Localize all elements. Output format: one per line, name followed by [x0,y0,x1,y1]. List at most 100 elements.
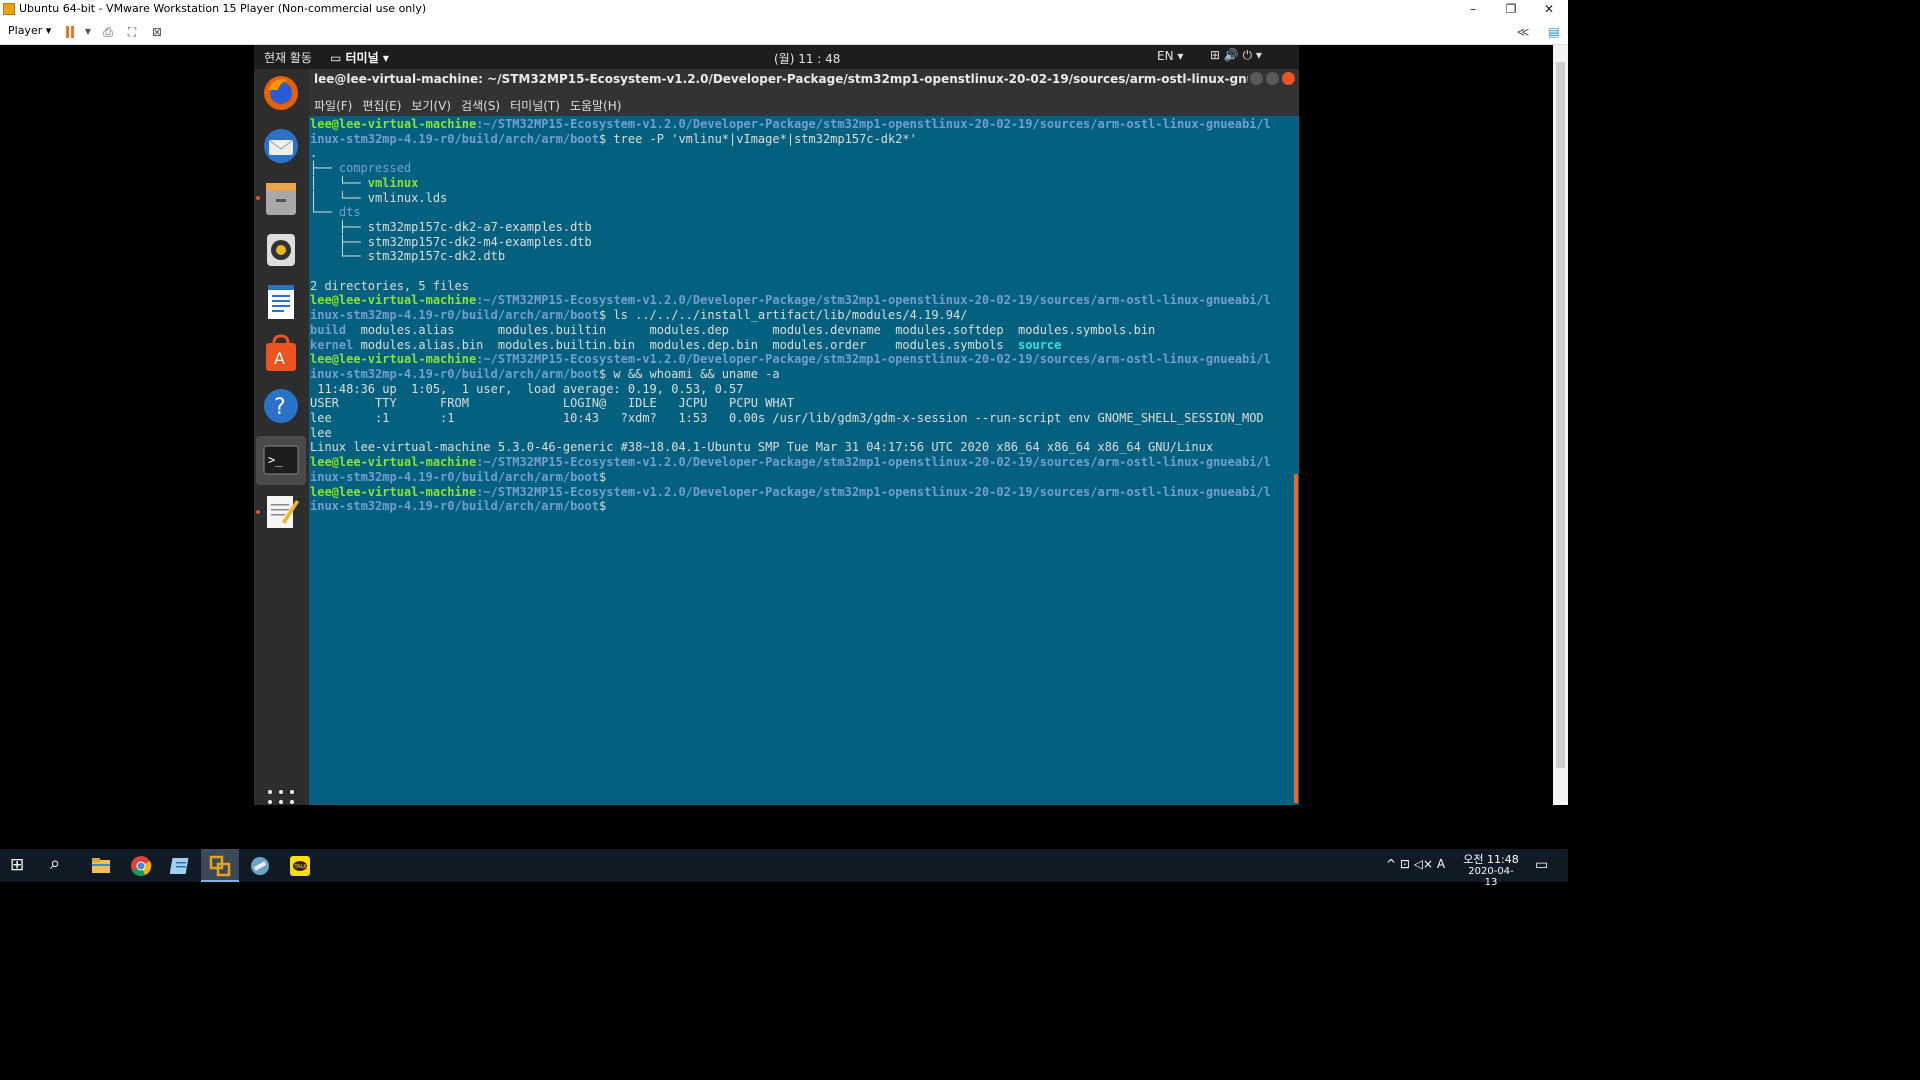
vmware-app-icon [3,3,15,15]
tree-dir: compressed [338,161,412,176]
w-output: USER TTY FROM LOGIN@ IDLE JCPU PCPU WHAT [310,396,795,411]
whoami-output: lee [310,425,332,440]
svg-text:>_: >_ [268,453,283,467]
taskbar-date[interactable]: 2020-04-13 [1463,866,1519,888]
terminal-icon[interactable]: >_ [260,439,302,481]
tree-file: ├── stm32mp157c-dk2-m4-examples.dtb [310,234,592,249]
tree-dir: dts [338,205,361,220]
prompt-path: :~/STM32MP15-Ecosystem-v1.2.0/Developer-… [476,352,1271,367]
prompt-path: :~/STM32MP15-Ecosystem-v1.2.0/Developer-… [476,293,1271,308]
prompt-path: inux-stm32mp-4.19-r0/build/arch/arm/boot [310,499,599,514]
restore-button[interactable]: ❐ [1492,0,1530,19]
text-editor-icon[interactable] [260,490,302,532]
prompt-user: lee@lee-virtual-machine [310,293,477,308]
w-output: lee :1 :1 10:43 ?xdm? 1:53 0.00s /usr/li… [310,411,1264,426]
notification-icon[interactable]: ▭ [1535,857,1548,873]
svg-text:?: ? [274,395,286,420]
prompt-dollar: $ [598,499,607,514]
menu-view[interactable]: 보기(V) [411,99,451,113]
prompt-user: lee@lee-virtual-machine [310,455,477,470]
tree-branch: └── [310,205,339,220]
prompt-user: lee@lee-virtual-machine [310,117,477,131]
prompt-path: :~/STM32MP15-Ecosystem-v1.2.0/Developer-… [476,484,1271,499]
terminal-close-button[interactable] [1282,72,1295,85]
writer-icon[interactable] [260,281,302,323]
terminal-output[interactable]: lee@lee-virtual-machine:~/STM32MP15-Ecos… [310,117,1271,514]
taskbar-active-indicator [201,880,239,882]
menu-terminal[interactable]: 터미널(T) [510,99,560,113]
pause-icon[interactable] [62,24,78,40]
files-icon[interactable] [260,177,302,219]
tree-branch: │ └── [310,190,368,205]
close-button[interactable]: ✕ [1530,0,1568,19]
tree-file: └── stm32mp157c-dk2.dtb [310,249,506,264]
tree-root: . [310,146,318,161]
tree-branch: │ └── [310,175,368,190]
menu-help[interactable]: 도움말(H) [570,99,622,113]
vmware-scrollbar-thumb[interactable] [1556,62,1565,768]
kakaotalk-icon[interactable]: TALK [289,855,311,877]
prompt-dollar: $ [598,469,607,484]
minimize-button[interactable]: – [1454,0,1492,19]
player-menu-button[interactable]: Player ▾ [8,24,51,37]
chrome-icon[interactable] [130,855,152,877]
notepad-icon[interactable] [169,855,192,877]
help-icon[interactable]: ? [260,385,302,427]
prompt-path: inux-stm32mp-4.19-r0/build/arch/arm/boot [310,308,599,323]
start-button[interactable]: ⊞ [10,855,24,875]
system-tray-icons[interactable]: ^ ⊡ ◁× A [1386,857,1445,871]
terminal-scrollbar[interactable] [1294,474,1298,803]
terminal-minimize-button[interactable] [1250,72,1263,85]
rhythmbox-icon[interactable] [260,229,302,271]
prompt-path: inux-stm32mp-4.19-r0/build/arch/arm/boot [310,366,599,381]
show-applications-icon[interactable] [266,790,296,806]
menu-search[interactable]: 검색(S) [461,99,500,113]
software-center-icon[interactable]: A [260,333,302,375]
fullscreen-icon[interactable]: ⛶ [124,24,140,40]
ls-files: modules.alias modules.builtin modules.de… [346,322,1156,337]
collapse-toolbar-icon[interactable]: ≪ [1515,24,1531,40]
clock[interactable]: (월) 11 : 48 [774,50,840,67]
system-tray[interactable]: ⊞ 🔊 ⏻ ▾ [1210,48,1262,63]
prompt-path: inux-stm32mp-4.19-r0/build/arch/arm/boot [310,131,599,146]
tree-file: vmlinux.lds [367,190,448,205]
vmware-player-icon[interactable] [209,855,231,877]
terminal-title: lee@lee-virtual-machine: ~/STM32MP15-Eco… [314,72,1248,86]
vmware-toolbar [0,19,1568,45]
prompt-path: :~/STM32MP15-Ecosystem-v1.2.0/Developer-… [476,117,1271,131]
unity-icon[interactable]: ⊠ [149,24,165,40]
taskbar-time[interactable]: 오전 11:48 [1463,851,1519,867]
app-menu-button[interactable]: ▭ 터미널 ▾ [330,49,389,66]
tree-file: ├── stm32mp157c-dk2-a7-examples.dtb [310,219,592,234]
menu-file[interactable]: 파일(F) [314,99,352,113]
search-icon[interactable]: ⌕ [50,853,60,874]
terminal-menu: 파일(F) 편집(E) 보기(V) 검색(S) 터미널(T) 도움말(H) [314,97,631,114]
tree-branch: ├── [310,161,339,176]
w-output: 11:48:36 up 1:05, 1 user, load average: … [310,381,744,396]
dock-running-indicator [256,510,260,514]
prompt-path: inux-stm32mp-4.19-r0/build/arch/arm/boot [310,469,599,484]
tree-summary: 2 directories, 5 files [310,278,469,293]
message-log-icon[interactable]: ▤ [1546,24,1562,40]
file-explorer-icon[interactable] [90,855,112,877]
tree-file: vmlinux [367,175,419,190]
command-line: $ ls ../../../install_artifact/lib/modul… [598,308,968,323]
window-title: Ubuntu 64-bit - VMware Workstation 15 Pl… [19,2,427,15]
command-line: $ w && whoami && uname -a [598,366,780,381]
menu-edit[interactable]: 편집(E) [362,99,401,113]
uname-output: Linux lee-virtual-machine 5.3.0-46-gener… [310,440,1214,455]
activities-button[interactable]: 현재 활동 [264,49,312,66]
firefox-icon[interactable] [260,72,302,114]
terminal-maximize-button[interactable] [1266,72,1279,85]
dev-tool-icon[interactable] [249,855,271,877]
thunderbird-icon[interactable] [260,125,302,167]
ls-symlink: source [1018,337,1062,352]
send-ctrl-alt-del-icon[interactable]: ⎙ [100,24,116,40]
command-line: $ tree -P 'vmlinu*|vImage*|stm32mp157c-d… [598,131,917,146]
pause-dropdown-icon[interactable]: ▼ [80,24,96,40]
ls-files: modules.alias.bin modules.builtin.bin mo… [353,337,1019,352]
language-selector[interactable]: EN ▾ [1157,49,1183,63]
svg-text:TALK: TALK [294,864,308,870]
prompt-user: lee@lee-virtual-machine [310,352,477,367]
prompt-user: lee@lee-virtual-machine [310,484,477,499]
